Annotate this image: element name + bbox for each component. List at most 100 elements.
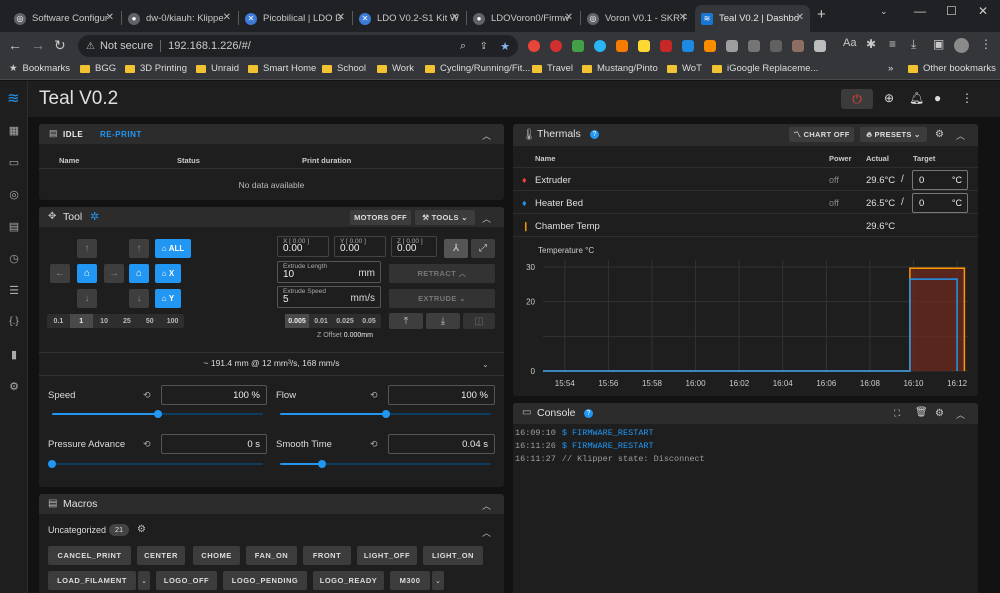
extrude-speed-input[interactable]: Extrude Speed 5 mm/s bbox=[277, 286, 381, 308]
browser-tab[interactable]: ◎ Software Configur ✕ bbox=[8, 5, 120, 32]
extension-icon[interactable] bbox=[814, 40, 826, 52]
browser-tab[interactable]: ✕ Picobilical | LDO D ✕ bbox=[239, 5, 351, 32]
account-icon[interactable]: ● bbox=[934, 91, 941, 105]
share-icon[interactable]: ⇪ bbox=[480, 41, 488, 52]
extrude-length-input[interactable]: Extrude Length 10 mm bbox=[277, 261, 381, 283]
home-y-button[interactable]: ⌂ Y bbox=[155, 289, 181, 308]
z-offset-up-button[interactable]: ⤒ bbox=[389, 313, 423, 329]
reset-icon[interactable]: ⟲ bbox=[143, 439, 151, 450]
macro-button[interactable]: CENTER bbox=[137, 546, 185, 565]
url-text[interactable]: 192.168.1.226/#/ bbox=[168, 40, 251, 52]
macro-button[interactable]: M300 bbox=[390, 571, 430, 590]
close-icon[interactable]: ✕ bbox=[451, 12, 459, 23]
bookmark-folder[interactable]: 3D Printing bbox=[125, 63, 187, 74]
macro-button[interactable]: LIGHT_OFF bbox=[357, 546, 417, 565]
bookmark-folder[interactable]: BGG bbox=[80, 63, 116, 74]
bookmark-folder[interactable]: Unraid bbox=[196, 63, 239, 74]
collapse-chevron-icon[interactable]: ︿ bbox=[482, 212, 491, 225]
extension-icon[interactable] bbox=[594, 40, 606, 52]
browser-tab-active[interactable]: ≋ Teal V0.2 | Dashbo ✕ bbox=[695, 5, 810, 32]
macro-button[interactable]: CHOME bbox=[193, 546, 240, 565]
motors-off-button[interactable]: MOTORS OFF bbox=[350, 210, 411, 225]
position-x-field[interactable]: X [ 0.00 ] 0.00 bbox=[277, 236, 329, 257]
collapse-chevron-icon[interactable]: ︿ bbox=[956, 129, 965, 142]
config-braces-icon[interactable]: {.} bbox=[8, 316, 20, 327]
retract-button[interactable]: RETRACT ︿ bbox=[389, 264, 495, 283]
emergency-stop-button[interactable]: ⏻ bbox=[841, 89, 873, 109]
maximize-button[interactable]: ☐ bbox=[946, 4, 957, 18]
extension-icon[interactable] bbox=[704, 40, 716, 52]
extension-icon[interactable] bbox=[638, 40, 650, 52]
macro-options-chevron-icon[interactable]: ⌄ bbox=[138, 571, 150, 590]
settings-gear-icon[interactable]: ⚙ bbox=[8, 380, 20, 393]
bookmark-item[interactable]: ★ Bookmarks bbox=[9, 63, 70, 74]
tune-icon[interactable]: ☰ bbox=[8, 284, 20, 297]
history-icon[interactable]: ◷ bbox=[8, 252, 20, 265]
macro-button[interactable]: FRONT bbox=[303, 546, 351, 565]
translate-icon[interactable]: Aa bbox=[843, 37, 856, 49]
close-icon[interactable]: ✕ bbox=[565, 12, 573, 23]
reading-list-icon[interactable]: ≡ bbox=[889, 37, 896, 51]
extension-icon[interactable] bbox=[528, 40, 540, 52]
address-bar[interactable]: ⚠ Not secure 192.168.1.226/#/ ⌕ ⇪ ★ bbox=[78, 35, 518, 57]
bookmark-folder[interactable]: Travel bbox=[532, 63, 573, 74]
window-close-button[interactable]: ✕ bbox=[978, 4, 988, 18]
column-header[interactable]: Print duration bbox=[302, 156, 351, 165]
settings-gear-icon[interactable]: ⚙ bbox=[935, 129, 944, 140]
smooth-time-slider[interactable] bbox=[280, 460, 491, 468]
z-step-option[interactable]: 0.01 bbox=[309, 314, 333, 328]
bookmark-folder[interactable]: Other bookmarks bbox=[908, 63, 996, 74]
fullscreen-icon[interactable]: ⛶ bbox=[894, 408, 900, 419]
bookmark-star-icon[interactable]: ★ bbox=[500, 40, 510, 53]
search-icon[interactable]: ⌕ bbox=[460, 40, 466, 53]
step-option[interactable]: 0.1 bbox=[47, 314, 70, 328]
close-icon[interactable]: ✕ bbox=[223, 12, 231, 23]
home-z-button[interactable]: ⌂ bbox=[129, 264, 149, 283]
kebab-menu-icon[interactable]: ⋮ bbox=[980, 37, 992, 51]
relative-move-button[interactable]: ⤢ bbox=[471, 239, 495, 258]
z-step-option[interactable]: 0.025 bbox=[333, 314, 357, 328]
home-x-button[interactable]: ⌂ X bbox=[155, 264, 181, 283]
z-offset-down-button[interactable]: ⤓ bbox=[426, 313, 460, 329]
gcode-files-icon[interactable]: ▤ bbox=[8, 220, 20, 233]
help-icon[interactable]: ? bbox=[584, 409, 593, 418]
expand-chevron-icon[interactable]: ⌄ bbox=[482, 360, 489, 369]
macro-button[interactable]: LIGHT_ON bbox=[423, 546, 483, 565]
collapse-chevron-icon[interactable]: ︿ bbox=[956, 408, 965, 421]
z-offset-save-button[interactable]: ◫ bbox=[463, 313, 495, 329]
jog-x-plus-button[interactable]: → bbox=[104, 264, 124, 283]
slider-thumb[interactable] bbox=[382, 410, 390, 418]
minimize-button[interactable]: — bbox=[914, 4, 926, 18]
jog-x-minus-button[interactable]: ← bbox=[50, 264, 70, 283]
position-y-field[interactable]: Y [ 0.00 ] 0.00 bbox=[334, 236, 386, 257]
console-command[interactable]: $ FIRMWARE_RESTART bbox=[562, 441, 654, 451]
bookmark-folder[interactable]: iGoogle Replaceme... bbox=[712, 63, 818, 74]
side-panel-icon[interactable]: ▣ bbox=[933, 37, 944, 51]
column-header[interactable]: Name bbox=[59, 156, 79, 165]
back-icon[interactable]: ← bbox=[8, 37, 22, 53]
macro-button[interactable]: FAN_ON bbox=[246, 546, 297, 565]
macro-button[interactable]: CANCEL_PRINT bbox=[48, 546, 131, 565]
macro-button[interactable]: LOGO_PENDING bbox=[223, 571, 307, 590]
tab-reprint[interactable]: RE-PRINT bbox=[100, 130, 142, 139]
tab-search-icon[interactable]: ⌄ bbox=[880, 6, 888, 17]
flow-input[interactable]: 100 % bbox=[388, 385, 495, 405]
extension-icon[interactable] bbox=[616, 40, 628, 52]
browser-tab[interactable]: ● dw-0/kiauh: Klippe ✕ bbox=[122, 5, 237, 32]
extension-icon[interactable] bbox=[682, 40, 694, 52]
puzzle-icon[interactable]: ✱ bbox=[866, 37, 876, 51]
jog-y-plus-button[interactable]: ↑ bbox=[77, 239, 97, 258]
app-menu-icon[interactable]: ⋮ bbox=[961, 91, 973, 105]
pressure-advance-input[interactable]: 0 s bbox=[161, 434, 267, 454]
bookmark-folder[interactable]: Work bbox=[377, 63, 414, 74]
extruder-target-input[interactable]: 0 °C bbox=[912, 170, 968, 190]
extension-icon[interactable] bbox=[550, 40, 562, 52]
step-option[interactable]: 50 bbox=[138, 314, 161, 328]
settings-gear-icon[interactable]: ⚙ bbox=[935, 408, 944, 419]
macro-button[interactable]: LOGO_OFF bbox=[156, 571, 217, 590]
tools-menu-button[interactable]: ⚒ TOOLS ⌄ bbox=[415, 210, 475, 225]
extension-icon[interactable] bbox=[572, 40, 584, 52]
jog-y-minus-button[interactable]: ↓ bbox=[77, 289, 97, 308]
webcam-icon[interactable]: ◎ bbox=[8, 188, 20, 201]
speed-input[interactable]: 100 % bbox=[161, 385, 267, 405]
